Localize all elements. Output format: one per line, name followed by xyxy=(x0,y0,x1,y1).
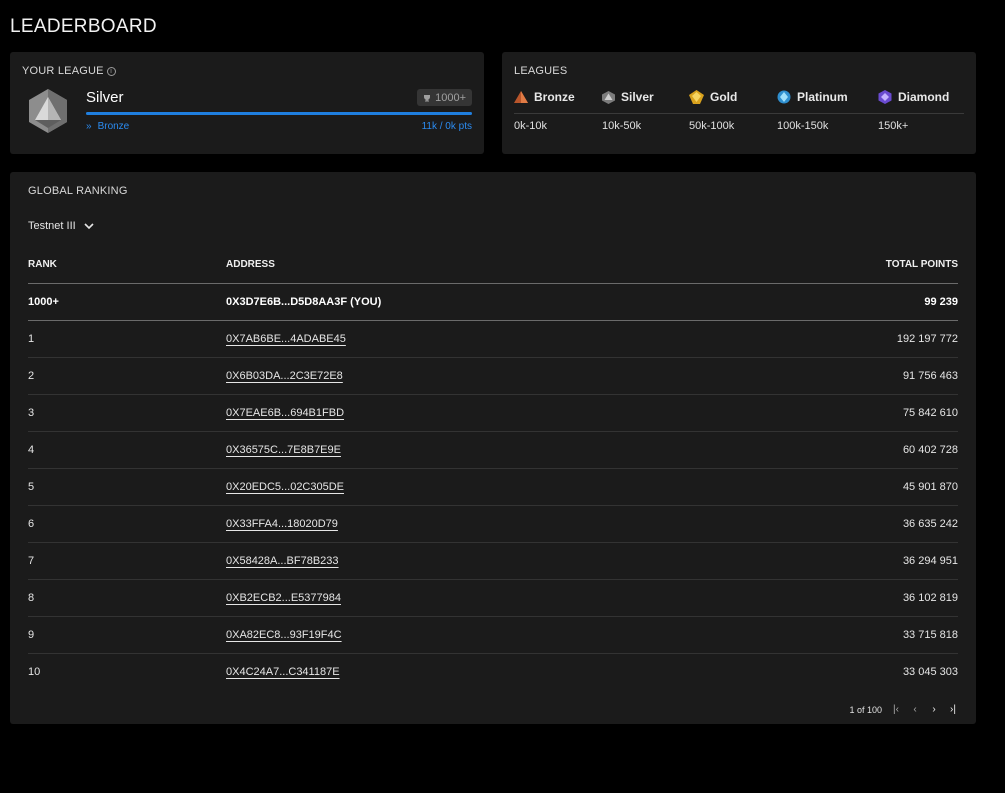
row-points: 36 294 951 xyxy=(725,542,958,580)
page-title: LEADERBOARD xyxy=(10,16,157,37)
season-dropdown[interactable]: Testnet III xyxy=(28,220,94,232)
address-link[interactable]: 0X4C24A7...C341187E xyxy=(226,666,340,678)
row-rank: 3 xyxy=(28,394,226,432)
league-gold-name: Gold xyxy=(710,90,738,104)
row-points: 33 045 303 xyxy=(902,665,958,678)
first-page-icon[interactable]: |‹ xyxy=(891,704,901,715)
platinum-gem-icon xyxy=(777,90,791,104)
address-link[interactable]: 0X7EAE6B...694B1FBD xyxy=(226,407,344,419)
season-dropdown-value: Testnet III xyxy=(28,220,76,232)
table-row: 6 0X33FFA4...18020D79 36 635 242 xyxy=(28,505,958,543)
global-ranking-card: GLOBAL RANKING Testnet III RANK ADDRESS … xyxy=(10,172,976,724)
row-rank: 6 xyxy=(28,505,226,543)
current-user-row: 1000+ 0X3D7E6B...D5D8AA3F (YOU) 99 239 xyxy=(28,283,958,321)
table-row: 4 0X36575C...7E8B7E9E 60 402 728 xyxy=(28,431,958,469)
league-platinum: Platinum xyxy=(777,90,848,104)
points-chip: 1000+ xyxy=(417,89,472,106)
table-row: 9 0XA82EC8...93F19F4C 33 715 818 xyxy=(28,616,958,654)
leagues-label: LEAGUES xyxy=(514,65,568,77)
league-silver-range: 10k-50k xyxy=(602,120,642,132)
previous-page-icon[interactable]: ‹ xyxy=(910,704,920,715)
row-rank: 9 xyxy=(28,616,226,654)
league-platinum-range: 100k-150k xyxy=(777,120,829,132)
silver-league-emblem-icon xyxy=(29,89,67,133)
table-row: 5 0X20EDC5...02C305DE 45 901 870 xyxy=(28,468,958,506)
table-row: 2 0X6B03DA...2C3E72E8 91 756 463 xyxy=(28,357,958,395)
row-points: 36 635 242 xyxy=(725,505,958,543)
league-silver: Silver xyxy=(602,90,654,104)
points-chip-text: 1000+ xyxy=(435,91,466,104)
silver-gem-icon xyxy=(602,90,615,104)
league-bronze-name: Bronze xyxy=(534,90,575,104)
bronze-pyramid-icon xyxy=(514,91,528,103)
address-link[interactable]: 0X58428A...BF78B233 xyxy=(226,555,339,567)
global-ranking-label: GLOBAL RANKING xyxy=(28,185,128,197)
gold-gem-icon xyxy=(689,90,704,104)
league-bronze: Bronze xyxy=(514,90,575,104)
table-row: 1 0X7AB6BE...4ADABE45 192 197 772 xyxy=(28,320,958,358)
address-column-header: ADDRESS xyxy=(226,246,726,284)
league-silver-name: Silver xyxy=(621,90,654,104)
current-league-name: Silver xyxy=(86,89,124,106)
address-link[interactable]: 0X36575C...7E8B7E9E xyxy=(226,444,341,456)
row-points: 33 715 818 xyxy=(725,616,958,654)
points-progress-text: 11k / 0k pts xyxy=(421,121,472,132)
league-platinum-name: Platinum xyxy=(797,90,848,104)
row-rank: 10 xyxy=(28,665,41,678)
league-bronze-range: 0k-10k xyxy=(514,120,548,132)
previous-league-link[interactable]: » Bronze xyxy=(86,121,129,132)
ranking-table-header: RANK ADDRESS TOTAL POINTS xyxy=(28,246,958,284)
address-link[interactable]: 0X6B03DA...2C3E72E8 xyxy=(226,370,343,382)
row-rank: 1000+ xyxy=(28,283,226,321)
your-league-label-row: YOUR LEAGUE i xyxy=(22,65,116,77)
address-link[interactable]: 0X20EDC5...02C305DE xyxy=(226,481,344,493)
last-page-icon[interactable]: ›| xyxy=(948,704,958,715)
row-address: 0X3D7E6B...D5D8AA3F (YOU) xyxy=(226,283,726,321)
address-link[interactable]: 0X7AB6BE...4ADABE45 xyxy=(226,333,346,345)
previous-league-label: Bronze xyxy=(97,121,130,132)
row-points: 45 901 870 xyxy=(725,468,958,506)
chevron-down-icon xyxy=(84,222,94,229)
table-row: 3 0X7EAE6B...694B1FBD 75 842 610 xyxy=(28,394,958,432)
league-progress-fill xyxy=(86,112,472,115)
address-link[interactable]: 0X33FFA4...18020D79 xyxy=(226,518,338,530)
league-diamond-range: 150k+ xyxy=(878,120,909,132)
league-gold: Gold xyxy=(689,90,737,104)
row-rank: 4 xyxy=(28,431,226,469)
row-rank: 5 xyxy=(28,468,226,506)
address-link[interactable]: 0XA82EC8...93F19F4C xyxy=(226,629,342,641)
row-rank: 8 xyxy=(28,579,226,617)
pagination: 1 of 100 |‹ ‹ › ›| xyxy=(849,704,958,715)
info-icon[interactable]: i xyxy=(106,66,116,76)
leagues-card: LEAGUES Bronze Silver Gold Platinum Diam… xyxy=(502,52,976,154)
page-indicator: 1 of 100 xyxy=(849,704,882,715)
row-points: 60 402 728 xyxy=(725,431,958,469)
your-league-label: YOUR LEAGUE xyxy=(22,65,104,77)
league-gold-range: 50k-100k xyxy=(689,120,735,132)
row-points: 36 102 819 xyxy=(725,579,958,617)
leagues-header-row: Bronze Silver Gold Platinum Diamond xyxy=(514,90,964,114)
league-diamond-name: Diamond xyxy=(898,90,950,104)
row-points: 99 239 xyxy=(725,283,958,321)
table-row: 10 0X4C24A7...C341187E 33 045 303 xyxy=(28,653,958,690)
league-progress-bar xyxy=(86,112,472,115)
row-points: 75 842 610 xyxy=(725,394,958,432)
row-rank: 1 xyxy=(28,320,226,358)
diamond-gem-icon xyxy=(878,90,892,104)
points-column-header: TOTAL POINTS xyxy=(725,246,958,284)
rank-column-header: RANK xyxy=(28,246,226,284)
row-rank: 2 xyxy=(28,357,226,395)
address-link[interactable]: 0XB2ECB2...E5377984 xyxy=(226,592,341,604)
your-league-card: YOUR LEAGUE i Silver 1000+ » Bronze 11k … xyxy=(10,52,484,154)
row-points: 91 756 463 xyxy=(725,357,958,395)
next-page-icon[interactable]: › xyxy=(929,704,939,715)
trophy-icon xyxy=(424,94,431,101)
double-chevron-right-icon: » xyxy=(86,121,92,132)
row-points: 192 197 772 xyxy=(725,320,958,358)
row-rank: 7 xyxy=(28,542,226,580)
ranking-table: RANK ADDRESS TOTAL POINTS 1000+ 0X3D7E6B… xyxy=(28,246,958,690)
league-diamond: Diamond xyxy=(878,90,949,104)
table-row: 7 0X58428A...BF78B233 36 294 951 xyxy=(28,542,958,580)
table-row: 8 0XB2ECB2...E5377984 36 102 819 xyxy=(28,579,958,617)
